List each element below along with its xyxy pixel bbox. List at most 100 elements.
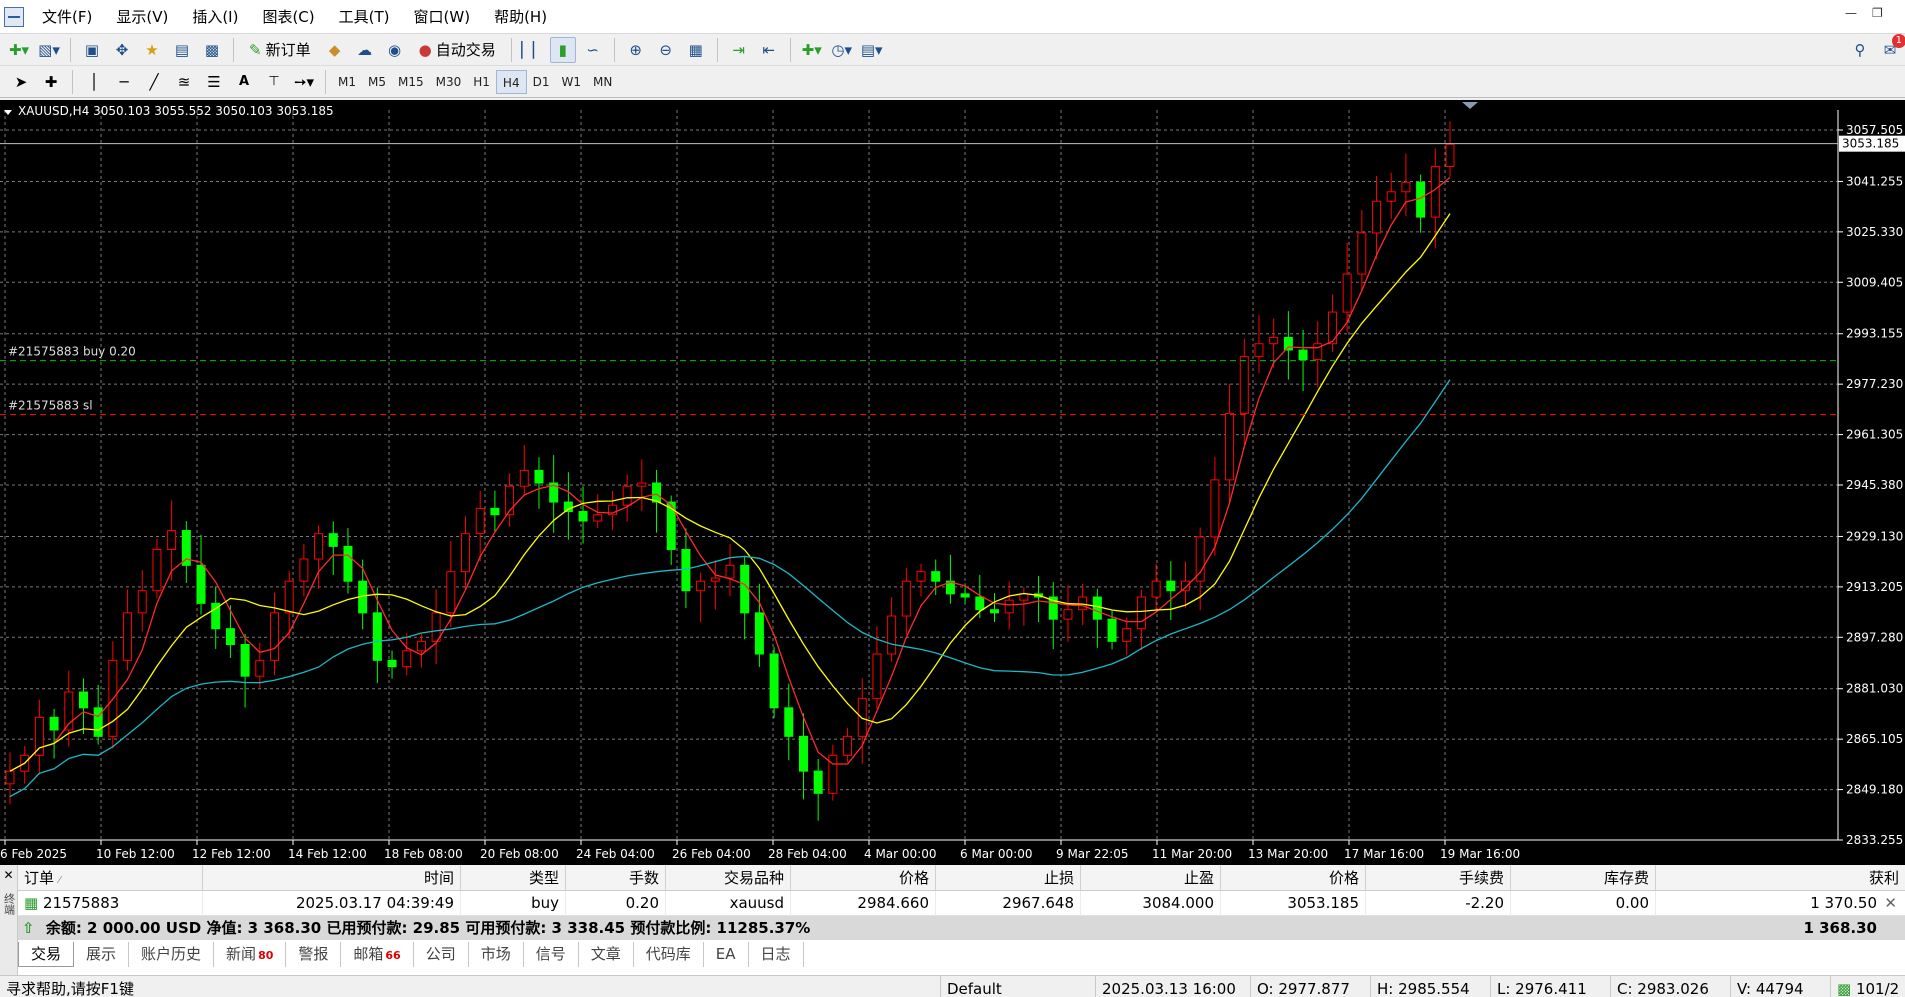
- navigator-button[interactable]: ★: [139, 37, 165, 63]
- price-axis-label: 2849.180: [1846, 783, 1903, 797]
- col-open-price[interactable]: 价格: [791, 865, 936, 891]
- cursor-button[interactable]: ➤: [8, 69, 34, 95]
- close-icon[interactable]: ✕: [0, 865, 17, 885]
- crosshair-button[interactable]: ✚: [38, 69, 64, 95]
- menu-tools[interactable]: 工具(T): [327, 0, 402, 34]
- terminal-button[interactable]: ▤: [169, 37, 195, 63]
- timeframe-m15[interactable]: M15: [392, 70, 430, 94]
- metaeditor-button[interactable]: ◆: [322, 37, 348, 63]
- timeframe-d1[interactable]: D1: [527, 70, 556, 94]
- candle-body: [872, 653, 882, 699]
- chart-canvas[interactable]: 3057.505 3041.255 3025.330 3009.405 2993.155…: [0, 100, 1905, 865]
- time-axis-label: 4 Mar 00:00: [864, 847, 937, 861]
- candle-body: [328, 533, 338, 547]
- candle-body: [5, 770, 15, 785]
- current-price-label: 3053.185: [1842, 137, 1899, 151]
- status-profile[interactable]: Default: [940, 976, 1095, 997]
- zoom-out-button[interactable]: ⊖: [653, 37, 679, 63]
- text-label-button[interactable]: ⊤: [261, 69, 287, 95]
- col-time[interactable]: 时间: [203, 865, 461, 891]
- timeframe-m5[interactable]: M5: [362, 70, 392, 94]
- menu-help[interactable]: 帮助(H): [482, 0, 559, 34]
- candle-body: [225, 628, 235, 646]
- candlestick-button[interactable]: ▮: [549, 36, 576, 63]
- menu-insert[interactable]: 插入(I): [180, 0, 250, 34]
- timeframe-m1[interactable]: M1: [332, 70, 362, 94]
- tab-5[interactable]: 邮箱 66: [341, 942, 414, 967]
- tab-badge: 80: [258, 949, 274, 962]
- close-order-icon[interactable]: ✕: [1884, 891, 1897, 916]
- tab-11[interactable]: EA: [704, 942, 749, 967]
- price-chart[interactable]: 3057.505 3041.255 3025.330 3009.405 2993.155…: [0, 100, 1905, 865]
- timeframe-h4[interactable]: H4: [495, 69, 527, 94]
- menu-window[interactable]: 窗口(W): [402, 0, 483, 34]
- text-button[interactable]: A: [231, 69, 257, 95]
- table-row[interactable]: ▦ 21575883 2025.03.17 04:39:49 buy 0.20 …: [18, 891, 1905, 916]
- tab-1[interactable]: 展示: [74, 942, 130, 967]
- line-chart-button[interactable]: ∽: [580, 37, 606, 63]
- candle-body: [593, 514, 603, 522]
- col-lots[interactable]: 手数: [566, 865, 666, 891]
- market-watch-icon: ▣: [84, 40, 100, 59]
- arrows-button[interactable]: ➙▾: [291, 69, 317, 95]
- search-button[interactable]: ⚲: [1847, 37, 1873, 63]
- chart-shift-button[interactable]: ⇤: [756, 37, 782, 63]
- col-type[interactable]: 类型: [461, 865, 566, 891]
- menu-charts[interactable]: 图表(C): [250, 0, 326, 34]
- tab-7[interactable]: 市场: [469, 942, 524, 967]
- timeframe-mn[interactable]: MN: [587, 70, 618, 94]
- tab-3[interactable]: 新闻 80: [214, 942, 287, 967]
- menu-view[interactable]: 显示(V): [104, 0, 180, 34]
- trendline-button[interactable]: ╱: [141, 69, 167, 95]
- candle-body: [1283, 336, 1293, 351]
- profiles-button[interactable]: ▧▾: [36, 37, 62, 63]
- minimize-icon[interactable]: —: [1845, 6, 1857, 20]
- notifications-button[interactable]: ✉ 1: [1877, 33, 1905, 63]
- periods-button[interactable]: ◷▾: [829, 37, 855, 63]
- tab-6[interactable]: 公司: [414, 942, 469, 967]
- tab-12[interactable]: 日志: [749, 942, 804, 967]
- tab-0[interactable]: 交易: [18, 942, 75, 967]
- tab-2[interactable]: 账户历史: [129, 942, 215, 967]
- autoscroll-button[interactable]: ⇥: [726, 37, 752, 63]
- col-profit[interactable]: 获利: [1656, 865, 1905, 891]
- tab-10[interactable]: 代码库: [634, 942, 704, 967]
- tab-8[interactable]: 信号: [524, 942, 579, 967]
- timeframe-h1[interactable]: H1: [467, 70, 496, 94]
- candle-body: [343, 545, 353, 582]
- auto-trading-button[interactable]: ● 自动交易: [412, 37, 503, 63]
- vertical-line-button[interactable]: │: [81, 69, 107, 95]
- col-price[interactable]: 价格: [1221, 865, 1366, 891]
- indicators-button[interactable]: ✚▾: [799, 37, 825, 63]
- horizontal-line-button[interactable]: ─: [111, 69, 137, 95]
- templates-button[interactable]: ▤▾: [859, 37, 885, 63]
- market-button[interactable]: ◉: [382, 37, 408, 63]
- tab-4[interactable]: 警报: [286, 942, 342, 967]
- zoom-in-button[interactable]: ⊕: [623, 37, 649, 63]
- search-icon: ⚲: [1854, 40, 1866, 59]
- equidistant-channel-button[interactable]: ≊: [171, 69, 197, 95]
- signals-button[interactable]: ☁: [352, 37, 378, 63]
- bar-chart-icon: ▏▏: [521, 40, 545, 59]
- timeframe-w1[interactable]: W1: [555, 70, 587, 94]
- bar-chart-button[interactable]: ▏▏: [520, 37, 546, 63]
- new-chart-button[interactable]: ✚▾: [6, 37, 32, 63]
- col-commission[interactable]: 手续费: [1366, 865, 1511, 891]
- strategy-tester-button[interactable]: ▩: [199, 37, 225, 63]
- market-watch-button[interactable]: ▣: [79, 37, 105, 63]
- order-tp-cell[interactable]: 3084.000: [1081, 891, 1221, 916]
- col-sl[interactable]: 止损: [936, 865, 1081, 891]
- col-swap[interactable]: 库存费: [1511, 865, 1656, 891]
- timeframe-m30[interactable]: M30: [430, 70, 468, 94]
- data-window-button[interactable]: ✥: [109, 37, 135, 63]
- new-order-button[interactable]: ✎ 新订单: [242, 37, 318, 63]
- col-order[interactable]: 订单 ⁄: [18, 865, 203, 891]
- fibonacci-button[interactable]: ☰: [201, 69, 227, 95]
- restore-icon[interactable]: ❐: [1872, 6, 1883, 20]
- tab-9[interactable]: 文章: [579, 942, 634, 967]
- order-sl-cell[interactable]: 2967.648: [936, 891, 1081, 916]
- col-symbol[interactable]: 交易品种: [666, 865, 791, 891]
- menu-file[interactable]: 文件(F): [30, 0, 104, 34]
- col-tp[interactable]: 止盈: [1081, 865, 1221, 891]
- tile-windows-button[interactable]: ▦: [683, 37, 709, 63]
